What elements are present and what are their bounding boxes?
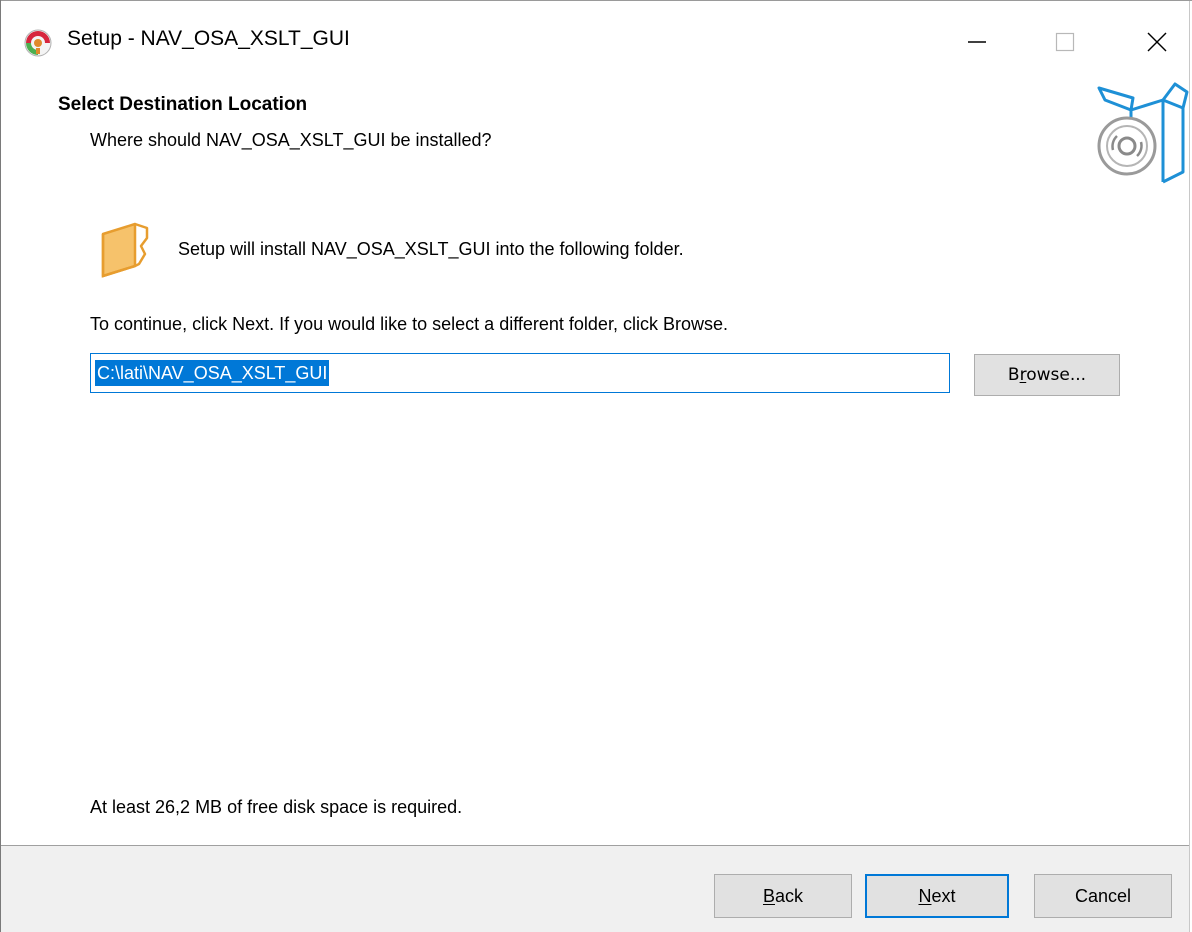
disk-space-requirement: At least 26,2 MB of free disk space is r… [90, 797, 463, 817]
window-title: Setup - NAV_OSA_XSLT_GUI [67, 27, 350, 50]
setup-window: Setup - NAV_OSA_XSLT_GUI Select Destinat… [0, 0, 1192, 932]
destination-path-value: C:\lati\NAV_OSA_XSLT_GUI [95, 360, 330, 386]
browse-button[interactable]: Browse... [974, 354, 1120, 396]
installer-box-disc-icon [1091, 80, 1189, 188]
close-icon [1147, 32, 1167, 52]
wizard-footer [1, 845, 1189, 932]
back-button[interactable]: Back [714, 874, 852, 918]
folder-icon [95, 220, 153, 280]
page-title: Select Destination Location [58, 94, 308, 115]
cancel-button[interactable]: Cancel [1034, 874, 1172, 918]
maximize-icon [1055, 32, 1075, 52]
page-subtitle: Where should NAV_OSA_XSLT_GUI be install… [90, 130, 492, 150]
maximize-button[interactable] [1033, 18, 1097, 66]
browse-label: Browse... [1007, 365, 1087, 385]
setup-app-icon [23, 28, 53, 58]
next-button[interactable]: Next [865, 874, 1009, 918]
back-label: Back [762, 885, 804, 906]
minimize-button[interactable] [945, 18, 1009, 66]
minimize-icon [968, 41, 986, 43]
title-bar[interactable]: Setup - NAV_OSA_XSLT_GUI [1, 0, 1189, 84]
continue-instructions: To continue, click Next. If you would li… [90, 314, 728, 334]
install-description: Setup will install NAV_OSA_XSLT_GUI into… [178, 239, 684, 259]
cancel-label: Cancel [1074, 885, 1132, 906]
next-label: Next [918, 885, 956, 906]
destination-path-input[interactable]: C:\lati\NAV_OSA_XSLT_GUI [90, 353, 950, 393]
close-button[interactable] [1125, 18, 1189, 66]
